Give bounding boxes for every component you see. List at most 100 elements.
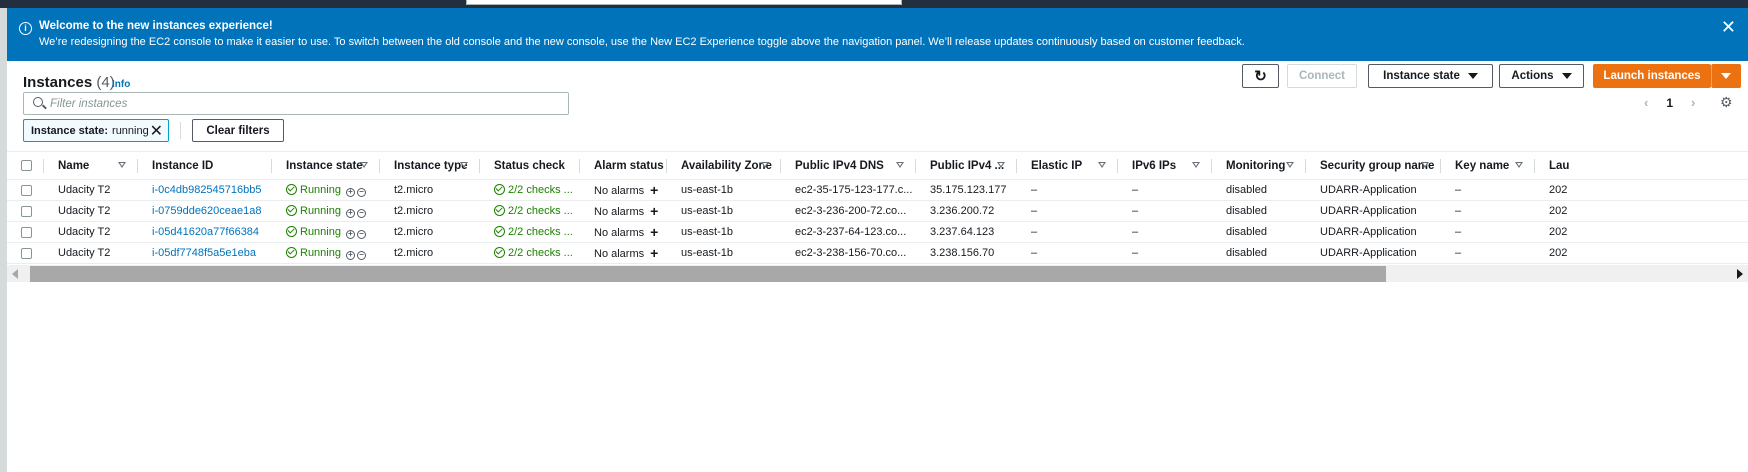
console-search-box[interactable] (466, 0, 902, 5)
scroll-right-icon[interactable] (1737, 269, 1743, 279)
col-name[interactable]: Name (44, 151, 138, 180)
caret-down-icon (1721, 73, 1731, 79)
add-alarm-icon[interactable]: + (650, 245, 658, 261)
close-icon[interactable]: ✕ (150, 121, 163, 141)
col-launch-time[interactable]: Lau (1535, 151, 1748, 180)
cell-name: Udacity T2 (44, 242, 138, 264)
banner-text: We’re redesigning the EC2 console to mak… (39, 36, 1245, 48)
prev-page-icon[interactable]: ‹ (1644, 95, 1648, 110)
cell-ipv4: 3.236.200.72 (916, 200, 1017, 222)
check-circle-icon (286, 204, 297, 216)
cell-elastic-ip: – (1017, 179, 1118, 201)
col-security-group-name[interactable]: Security group name (1306, 151, 1441, 180)
close-icon[interactable]: ✕ (1721, 18, 1736, 36)
col-availability-zone[interactable]: Availability Zone (667, 151, 781, 180)
cell-alarm: No alarms + (580, 242, 667, 264)
cell-monitoring: disabled (1212, 179, 1306, 201)
cell-state: Running + − (272, 200, 380, 222)
sort-icon[interactable] (1515, 162, 1523, 168)
row-checkbox[interactable] (21, 184, 32, 196)
left-nav-rail (0, 8, 7, 472)
actions-dropdown[interactable]: Actions (1499, 64, 1584, 88)
cell-ipv6: – (1118, 221, 1212, 243)
table-row[interactable]: Udacity T2 i-0c4db982545716bb5 Running + −… (7, 179, 1748, 201)
zoom-out-icon[interactable]: − (356, 250, 366, 260)
zoom-in-icon[interactable]: + (345, 229, 355, 239)
col-key-name[interactable]: Key name (1441, 151, 1535, 180)
col-monitoring[interactable]: Monitoring (1212, 151, 1306, 180)
cell-key-name: – (1441, 179, 1535, 201)
row-checkbox[interactable] (21, 205, 32, 217)
sort-icon[interactable] (460, 162, 468, 168)
instance-id-link[interactable]: i-05d41620a77f66384 (138, 221, 272, 243)
table-header-row: Name Instance ID Instance state Instance… (7, 151, 1748, 180)
table-row[interactable]: Udacity T2 i-05df7748f5a5e1eba Running + −… (7, 242, 1748, 264)
sort-icon[interactable] (360, 162, 368, 168)
cell-ipv4: 35.175.123.177 (916, 179, 1017, 201)
sort-icon[interactable] (997, 162, 1005, 168)
add-alarm-icon[interactable]: + (650, 224, 658, 240)
instance-id-link[interactable]: i-0c4db982545716bb5 (138, 179, 272, 201)
filter-token-key: Instance state: (31, 124, 109, 137)
clear-filters-button[interactable]: Clear filters (192, 119, 284, 142)
zoom-in-icon[interactable]: + (345, 208, 355, 218)
col-public-ipv4[interactable]: Public IPv4 ... (916, 151, 1017, 180)
gear-icon[interactable]: ⚙ (1720, 95, 1734, 109)
col-public-ipv4-dns[interactable]: Public IPv4 DNS (781, 151, 916, 180)
col-elastic-ip[interactable]: Elastic IP (1017, 151, 1118, 180)
filter-instances-field[interactable] (23, 92, 569, 115)
launch-options-dropdown[interactable] (1711, 64, 1741, 88)
check-circle-icon (494, 205, 505, 216)
current-page[interactable]: 1 (1666, 96, 1673, 110)
col-ipv6-ips[interactable]: IPv6 IPs (1118, 151, 1212, 180)
sort-icon[interactable] (1098, 162, 1106, 168)
cell-dns: ec2-3-238-156-70.co... (781, 242, 916, 264)
launch-instances-button[interactable]: Launch instances (1593, 64, 1711, 88)
row-checkbox[interactable] (21, 226, 32, 238)
search-icon (33, 97, 43, 107)
search-input[interactable] (50, 95, 550, 112)
cell-az: us-east-1b (667, 242, 781, 264)
row-checkbox[interactable] (21, 247, 32, 259)
connect-button[interactable]: Connect (1287, 64, 1357, 88)
sort-icon[interactable] (1421, 162, 1429, 168)
sort-icon[interactable] (1286, 162, 1294, 168)
info-link[interactable]: Info (112, 79, 130, 90)
col-status-check[interactable]: Status check (480, 151, 580, 180)
col-instance-id[interactable]: Instance ID (138, 151, 272, 180)
cell-type: t2.micro (380, 221, 480, 243)
check-circle-icon (286, 246, 297, 258)
instance-id-link[interactable]: i-05df7748f5a5e1eba (138, 242, 272, 264)
select-all-checkbox-cell[interactable] (7, 151, 44, 180)
add-alarm-icon[interactable]: + (650, 203, 658, 219)
zoom-in-icon[interactable]: + (345, 250, 355, 260)
cell-name: Udacity T2 (44, 179, 138, 201)
cell-status-check: 2/2 checks ... (480, 200, 580, 222)
col-instance-state[interactable]: Instance state (272, 151, 380, 180)
instance-state-dropdown[interactable]: Instance state (1368, 64, 1493, 88)
sort-icon[interactable] (896, 162, 904, 168)
zoom-out-icon[interactable]: − (356, 187, 366, 197)
cell-monitoring: disabled (1212, 242, 1306, 264)
sort-icon[interactable] (118, 162, 126, 168)
sort-icon[interactable] (1192, 162, 1200, 168)
select-all-checkbox[interactable] (21, 159, 32, 171)
zoom-out-icon[interactable]: − (356, 229, 366, 239)
table-row[interactable]: Udacity T2 i-05d41620a77f66384 Running + −… (7, 221, 1748, 243)
refresh-button[interactable]: ↻ (1242, 64, 1279, 88)
table-row[interactable]: Udacity T2 i-0759dde620ceae1a8 Running + −… (7, 200, 1748, 222)
horizontal-scrollbar[interactable] (7, 265, 1748, 282)
next-page-icon[interactable]: › (1691, 95, 1695, 110)
scrollbar-thumb[interactable] (30, 266, 1386, 282)
zoom-in-icon[interactable]: + (345, 187, 355, 197)
sort-icon[interactable] (761, 162, 769, 168)
actions-label: Actions (1511, 70, 1554, 82)
col-instance-type[interactable]: Instance type (380, 151, 480, 180)
instance-id-link[interactable]: i-0759dde620ceae1a8 (138, 200, 272, 222)
scroll-left-icon[interactable] (12, 269, 18, 279)
check-circle-icon (494, 184, 505, 195)
col-alarm-status[interactable]: Alarm status (580, 151, 667, 180)
add-alarm-icon[interactable]: + (650, 182, 658, 198)
zoom-out-icon[interactable]: − (356, 208, 366, 218)
cell-security-group: UDARR-Application (1306, 179, 1441, 201)
